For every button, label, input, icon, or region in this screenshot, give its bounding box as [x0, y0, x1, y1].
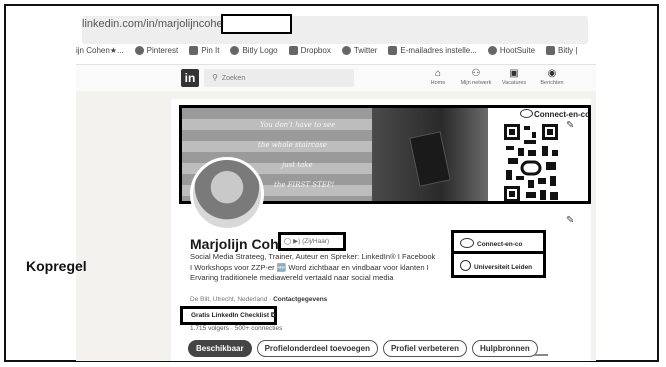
bitly-icon [230, 45, 240, 55]
edit-intro-pencil-icon[interactable]: ✎ [566, 215, 574, 226]
qr-code-icon [502, 122, 560, 201]
hootsuite-icon [487, 45, 497, 55]
url-redaction-box [221, 14, 292, 34]
annotation-label: Kopregel [26, 258, 87, 274]
mail-icon [388, 45, 398, 55]
nav-home[interactable]: ⌂ Home [420, 68, 456, 86]
nav-jobs[interactable]: ▣ Vacatures [496, 68, 532, 86]
followers-connections[interactable]: 1.715 volgers · 500+ connecties [190, 325, 282, 332]
bitly-icon [546, 45, 556, 55]
linkedin-logo-icon[interactable]: in [181, 69, 199, 87]
profile-headline: Social Media Strateeg, Trainer, Auteur e… [190, 252, 436, 282]
bookmark-label: Twitter [353, 45, 378, 55]
bookmark-label: Bitly Logo [242, 45, 278, 55]
banner-photo [372, 108, 488, 201]
more-indicator-icon [534, 354, 548, 356]
profile-location: De Bilt, Utrecht, Nederland · Contactgeg… [190, 296, 327, 303]
contact-info-link[interactable]: Contactgegevens [273, 296, 327, 303]
connect-en-co-logo-icon [460, 238, 474, 248]
org-current-company[interactable]: Connect-en-co [460, 238, 523, 248]
bookmark-item[interactable]: Bitly Logo [230, 42, 278, 58]
bookmark-item[interactable]: Dropbox [288, 42, 331, 58]
bookmark-item[interactable]: Twitter [341, 42, 378, 58]
resources-button[interactable]: Hulpbronnen [471, 340, 538, 357]
featured-link[interactable]: Gratis LinkedIn Checklist ⧉ [180, 306, 277, 325]
bookmark-item[interactable]: HootSuite [487, 42, 536, 58]
nav-network-label: Mijn netwerk [460, 80, 492, 86]
quote-line: the whole staircase [258, 141, 328, 149]
url-text[interactable]: linkedin.com/in/marjolijncohen/ [82, 18, 232, 30]
book-image [409, 131, 451, 187]
add-section-button[interactable]: Profielonderdeel toevoegen [256, 340, 378, 357]
network-icon: ⚇ [471, 68, 481, 79]
org-divider [451, 251, 546, 254]
pronouns-highlight: ◯ ▶) (Zij/Haar) [278, 232, 346, 251]
edit-banner-pencil-icon[interactable]: ✎ [566, 120, 574, 131]
org-label: Connect-en-co [477, 241, 523, 248]
audio-pronunciation-icon[interactable]: ▶) [293, 238, 300, 245]
briefcase-icon: ▣ [509, 68, 519, 79]
nav-jobs-label: Vacatures [501, 80, 527, 86]
location-text: De Bilt, Utrecht, Nederland · [190, 296, 274, 303]
avatar[interactable] [190, 157, 264, 231]
bookmark-item[interactable]: E-mailadres instelle... [388, 42, 477, 58]
bookmark-item[interactable]: Bitly | [546, 42, 577, 58]
bookmark-item[interactable]: Pin It [189, 42, 219, 58]
connect-en-co-logo-icon [520, 109, 533, 118]
pronouns: (Zij/Haar) [302, 238, 330, 245]
bookmark-label: Pinterest [146, 45, 179, 55]
quote-line: You don't have to see [260, 121, 336, 129]
linkedin-navbar: in ⚲ Zoeken ⌂ Home ⚇ Mijn netwerk ▣ Vacature… [76, 64, 596, 92]
bookmark-item[interactable]: Pinterest [134, 42, 179, 58]
search-placeholder: Zoeken [221, 75, 246, 82]
improve-profile-button[interactable]: Profiel verbeteren [382, 340, 467, 357]
bookmark-label: ijn Cohen★... [76, 45, 124, 55]
banner-brand-text: Connect-en-co [534, 110, 590, 119]
x-icon [341, 45, 351, 55]
bookmark-label: HootSuite [499, 45, 536, 55]
pinterest-icon [134, 45, 144, 55]
university-seal-icon [460, 260, 471, 271]
nav-network[interactable]: ⚇ Mijn netwerk [458, 68, 494, 86]
available-button[interactable]: Beschikbaar [188, 340, 252, 357]
org-label: Universiteit Leiden [474, 264, 533, 271]
qr-panel [488, 108, 588, 201]
bookmarks-bar: ijn Cohen★... Pinterest Pin It Bitly Logo Dr… [76, 42, 596, 58]
profile-action-buttons: Beschikbaar Profielonderdeel toevoegen P… [188, 340, 538, 357]
search-icon: ⚲ [212, 73, 218, 82]
quote-line: just take [282, 161, 313, 169]
bookmark-label: E-mailadres instelle... [400, 45, 477, 55]
org-education[interactable]: Universiteit Leiden [460, 260, 532, 271]
banner-brand: Connect-en-co [520, 109, 590, 119]
bookmark-item[interactable]: ijn Cohen★... [76, 42, 124, 58]
bookmark-label: Bitly | [558, 45, 578, 55]
quote-line: the FIRST STEP! [274, 181, 335, 189]
organizations-box: Connect-en-co Universiteit Leiden [451, 230, 546, 278]
home-icon: ⌂ [434, 68, 442, 79]
pin-icon [189, 45, 199, 55]
dropbox-icon [288, 45, 298, 55]
verified-icon: ◯ [284, 238, 292, 245]
bookmark-label: Pin It [201, 45, 220, 55]
nav-messages[interactable]: ◉ Berichten [534, 68, 570, 86]
nav-messages-label: Berichten [540, 80, 564, 86]
message-icon: ◉ [547, 68, 557, 79]
bookmark-label: Dropbox [300, 45, 331, 55]
search-input[interactable]: ⚲ Zoeken [204, 69, 354, 87]
nav-home-label: Home [430, 80, 446, 86]
